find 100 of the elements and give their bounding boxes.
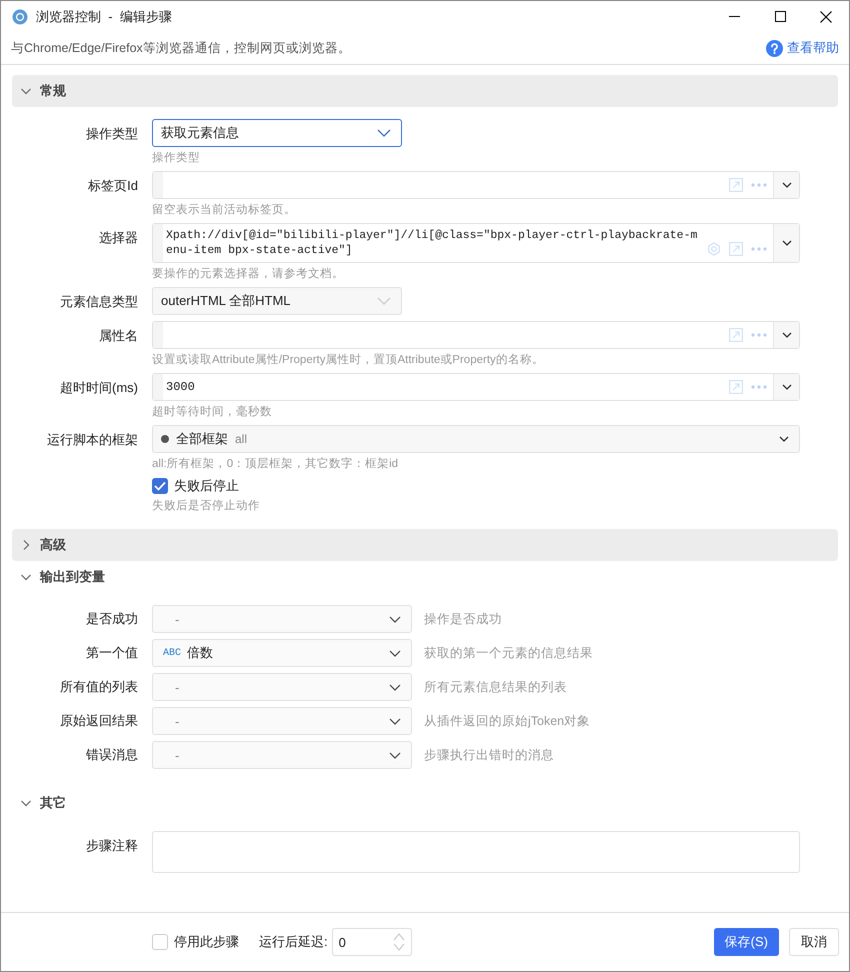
dropdown-value: - xyxy=(174,714,180,728)
more-icon xyxy=(751,247,767,251)
variable-dropdown[interactable]: - xyxy=(152,605,412,633)
field-hint: 操作是否成功 xyxy=(424,610,502,628)
more-icon xyxy=(751,183,767,187)
spinner-arrows-icon xyxy=(392,931,405,953)
number-field[interactable]: 0 xyxy=(332,928,412,956)
window-title: 浏览器控制 - 编辑步骤 xyxy=(36,8,172,26)
field-hint: 要操作的元素选择器，请参考文档。 xyxy=(152,266,345,281)
field-label: 元素信息类型 xyxy=(60,294,138,309)
dropdown-value: 全部框架 xyxy=(176,430,228,448)
variable-dropdown[interactable]: - xyxy=(152,707,412,735)
dropdown-field[interactable]: outerHTML 全部HTML xyxy=(152,287,402,315)
field-label: 是否成功 xyxy=(86,611,138,626)
field-value: 0 xyxy=(338,934,346,950)
dropdown-detail: all xyxy=(235,432,248,446)
maximize-icon xyxy=(774,11,786,22)
checkbox-box[interactable] xyxy=(152,934,168,950)
field-label: 第一个值 xyxy=(86,645,138,660)
chevron-down-icon xyxy=(782,332,792,338)
section-header[interactable]: 常规 xyxy=(12,75,838,107)
input-field[interactable]: Xpath://div[@id="bilibili-player"]//li[@class="bpx-player-ctrl-playbackrate-menu-item bpx-state-active"] xyxy=(152,223,800,263)
field-hint: 留空表示当前活动标签页。 xyxy=(152,202,297,217)
chevron-down-icon xyxy=(782,182,792,188)
dropdown-field[interactable]: 获取元素信息 xyxy=(152,119,402,147)
browser-logo-icon xyxy=(12,8,28,24)
field-label: 所有值的列表 xyxy=(60,679,138,694)
section-header[interactable]: 其它 xyxy=(12,787,838,819)
chevron-down-icon xyxy=(782,240,792,246)
field-label: 步骤注释 xyxy=(86,838,138,853)
checkmark-icon xyxy=(154,481,166,491)
chevron-down-icon xyxy=(782,384,792,390)
checkbox[interactable]: 停用此步骤 xyxy=(152,933,239,951)
input-field[interactable] xyxy=(152,171,800,199)
field-hint: 超时等待时间，毫秒数 xyxy=(152,404,273,419)
minimize-icon xyxy=(728,16,740,17)
dropdown-value: - xyxy=(174,748,180,762)
type-tag: ABC xyxy=(163,648,182,658)
field-label: 超时时间(ms) xyxy=(60,380,138,395)
field-label: 标签页Id xyxy=(88,178,138,193)
dropdown-value: - xyxy=(174,680,180,694)
variable-dropdown[interactable]: - xyxy=(152,673,412,701)
field-label: 原始返回结果 xyxy=(60,713,138,728)
dropdown-button[interactable] xyxy=(773,224,799,262)
dropdown-button[interactable] xyxy=(773,172,799,198)
dot-icon xyxy=(161,435,169,443)
chevron-down-icon xyxy=(389,616,401,622)
more-icon xyxy=(751,333,767,337)
dropdown-button[interactable] xyxy=(773,374,799,400)
close-icon xyxy=(820,10,832,22)
chevron-down-icon xyxy=(389,684,401,690)
help-link[interactable]: 查看帮助 xyxy=(766,39,839,57)
chevron-down-icon xyxy=(377,297,391,305)
field-label: 选择器 xyxy=(99,230,138,245)
field-hint: 设置或读取Attribute属性/Property属性时，置顶Attribute或Property的名称。 xyxy=(152,352,545,367)
checkbox-label: 停用此步骤 xyxy=(174,933,239,951)
expand-icon xyxy=(729,242,743,256)
field-hint: 获取的第一个元素的信息结果 xyxy=(424,644,593,662)
field-hint: 操作类型 xyxy=(152,150,201,165)
text-area[interactable] xyxy=(152,831,800,873)
chevron-down-icon xyxy=(377,129,391,137)
field-value: 3000 xyxy=(165,380,196,394)
field-hint: 所有元素信息结果的列表 xyxy=(424,678,567,696)
variable-dropdown[interactable]: ABC 倍数 xyxy=(152,639,412,667)
help-icon xyxy=(766,40,783,56)
field-label: 属性名 xyxy=(99,328,138,343)
expand-icon xyxy=(729,380,743,394)
field-label: 错误消息 xyxy=(86,747,138,762)
save-button[interactable]: 保存(S) xyxy=(714,928,779,956)
dropdown-button[interactable] xyxy=(773,322,799,348)
delay-label: 运行后延迟: xyxy=(259,933,328,951)
more-icon xyxy=(751,385,767,389)
field-hint: 从插件返回的原始jToken对象 xyxy=(424,712,590,730)
checkbox-label: 失败后停止 xyxy=(174,477,239,495)
target-picker-icon xyxy=(707,242,721,256)
input-field[interactable]: 3000 xyxy=(152,373,800,401)
field-hint: 步骤执行出错时的消息 xyxy=(424,746,554,764)
input-field[interactable] xyxy=(152,321,800,349)
dropdown-field[interactable]: 全部框架 all xyxy=(152,425,800,453)
section-header[interactable]: 高级 xyxy=(12,529,838,561)
cancel-button[interactable]: 取消 xyxy=(789,928,839,956)
variable-dropdown[interactable]: - xyxy=(152,741,412,769)
field-value: Xpath://div[@id="bilibili-player"]//li[@class="bpx-player-ctrl-playbackrate-menu-item bpx-state-active"] xyxy=(165,228,698,259)
chevron-down-icon xyxy=(779,436,789,442)
chevron-down-icon xyxy=(389,752,401,758)
dropdown-value: 获取元素信息 xyxy=(161,124,240,142)
chevron-down-icon xyxy=(389,650,401,656)
field-hint: all:所有框架，0：顶层框架，其它数字：框架id xyxy=(152,456,400,471)
field-hint: 失败后是否停止动作 xyxy=(152,498,261,513)
checkbox-box[interactable] xyxy=(152,478,168,494)
description-text: 与Chrome/Edge/Firefox等浏览器通信，控制网页或浏览器。 xyxy=(11,40,351,56)
expand-icon xyxy=(729,328,743,342)
dropdown-value: 倍数 xyxy=(187,644,214,662)
dropdown-value: outerHTML 全部HTML xyxy=(161,292,292,310)
dropdown-value: - xyxy=(174,612,180,626)
field-label: 运行脚本的框架 xyxy=(47,432,138,447)
field-label: 操作类型 xyxy=(86,126,138,141)
chevron-down-icon xyxy=(389,718,401,724)
checkbox[interactable]: 失败后停止 xyxy=(152,477,239,495)
section-header[interactable]: 输出到变量 xyxy=(12,561,838,593)
